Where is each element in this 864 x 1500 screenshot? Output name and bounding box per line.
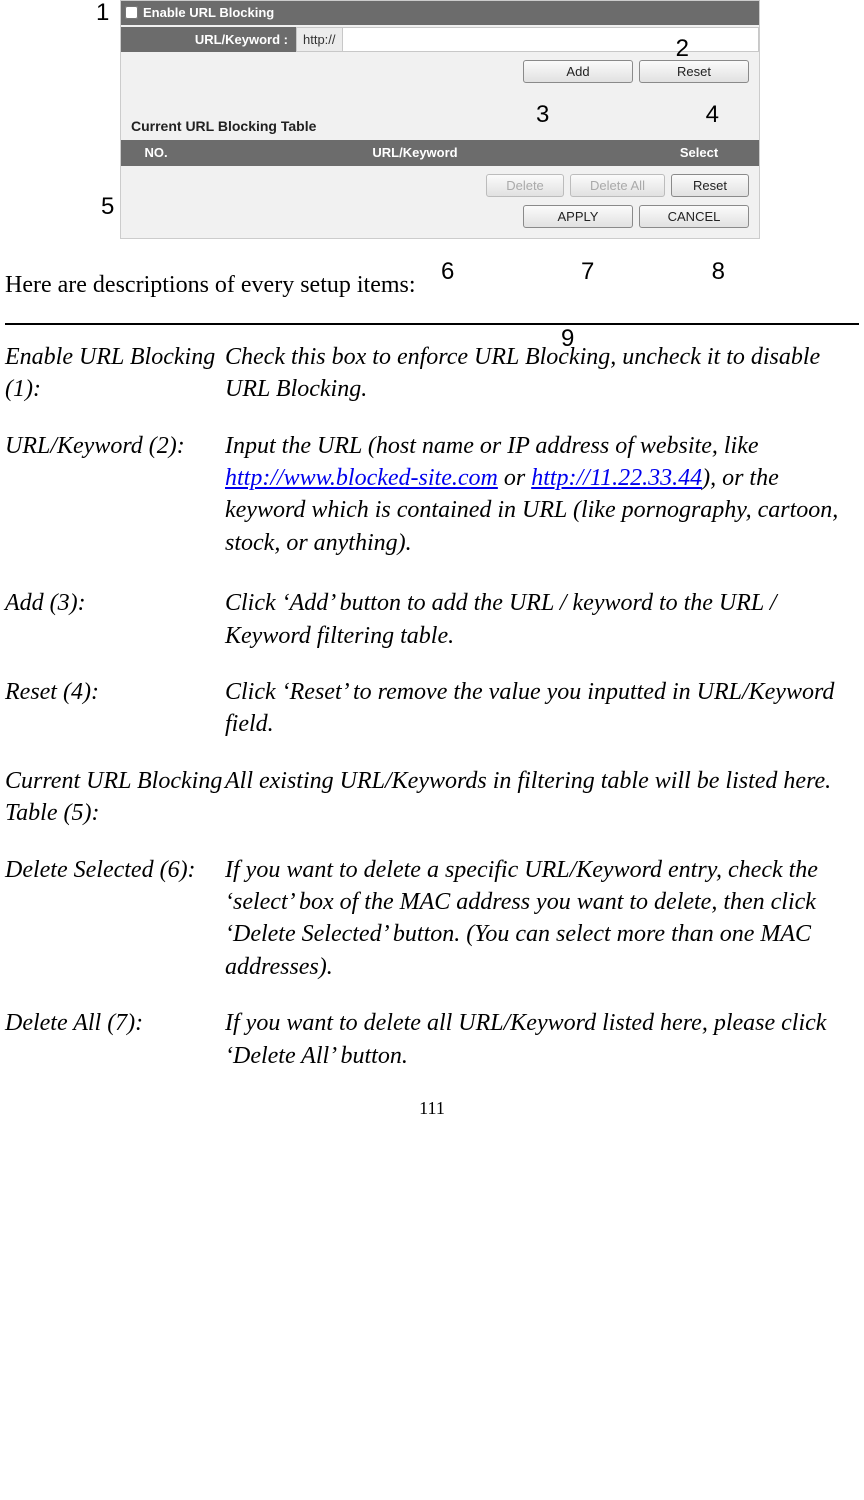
desc-body: Click ‘Reset’ to remove the value you in… — [225, 676, 859, 741]
desc-row: URL/Keyword (2):Input the URL (host name… — [5, 430, 859, 560]
page-number: 111 — [5, 1096, 859, 1120]
desc-label: Delete All (7): — [5, 1007, 225, 1072]
url-keyword-row: URL/Keyword : http:// — [121, 27, 759, 53]
desc-row: Delete Selected (6):If you want to delet… — [5, 854, 859, 984]
divider — [5, 323, 859, 325]
callout-3: 3 — [536, 99, 549, 131]
delete-button[interactable]: Delete — [486, 174, 564, 197]
enable-url-blocking-checkbox[interactable] — [125, 6, 138, 19]
table-header: NO. URL/Keyword Select — [121, 140, 759, 166]
callout-2: 2 — [676, 33, 689, 65]
callout-4: 4 — [706, 99, 719, 131]
th-select: Select — [639, 140, 759, 166]
desc-row: Current URL Blocking Table (5):All exist… — [5, 765, 859, 830]
desc-label: Enable URL Blocking (1): — [5, 341, 225, 406]
enable-url-blocking-label: Enable URL Blocking — [143, 4, 274, 22]
url-prefix: http:// — [296, 27, 343, 53]
intro-text: Here are descriptions of every setup ite… — [5, 269, 859, 301]
callout-9: 9 — [561, 323, 574, 355]
delete-all-button[interactable]: Delete All — [570, 174, 665, 197]
add-button[interactable]: Add — [523, 60, 633, 83]
desc-label: Reset (4): — [5, 676, 225, 741]
example-link[interactable]: http://www.blocked-site.com — [225, 465, 498, 491]
desc-body: Click ‘Add’ button to add the URL / keyw… — [225, 587, 859, 652]
desc-row: Reset (4):Click ‘Reset’ to remove the va… — [5, 676, 859, 741]
desc-body: If you want to delete a specific URL/Key… — [225, 854, 859, 984]
desc-label: Current URL Blocking Table (5): — [5, 765, 225, 830]
desc-row: Add (3):Click ‘Add’ button to add the UR… — [5, 587, 859, 652]
desc-label: URL/Keyword (2): — [5, 430, 225, 560]
desc-body: Input the URL (host name or IP address o… — [225, 430, 859, 560]
url-keyword-label: URL/Keyword : — [121, 27, 296, 53]
desc-label: Add (3): — [5, 587, 225, 652]
th-no: NO. — [121, 140, 191, 166]
add-reset-row: Add Reset — [121, 52, 759, 87]
example-link[interactable]: http://11.22.33.44 — [531, 465, 702, 491]
desc-row: Enable URL Blocking (1):Check this box t… — [5, 341, 859, 406]
desc-body: All existing URL/Keywords in filtering t… — [225, 765, 859, 830]
callout-5: 5 — [101, 191, 114, 223]
delete-row: Delete Delete All Reset — [121, 166, 759, 201]
callout-6: 6 — [441, 256, 454, 288]
cancel-button[interactable]: CANCEL — [639, 205, 749, 228]
apply-button[interactable]: APPLY — [523, 205, 633, 228]
th-url-keyword: URL/Keyword — [191, 140, 639, 166]
reset-button-1[interactable]: Reset — [639, 60, 749, 83]
callout-7: 7 — [581, 256, 594, 288]
url-keyword-input[interactable] — [343, 27, 759, 53]
callout-8: 8 — [712, 256, 725, 288]
enable-url-blocking-row: Enable URL Blocking — [121, 1, 759, 25]
desc-body: Check this box to enforce URL Blocking, … — [225, 341, 859, 406]
current-table-title: Current URL Blocking Table — [121, 87, 759, 140]
desc-body: If you want to delete all URL/Keyword li… — [225, 1007, 859, 1072]
apply-cancel-row: APPLY CANCEL — [121, 201, 759, 238]
desc-label: Delete Selected (6): — [5, 854, 225, 984]
reset-button-2[interactable]: Reset — [671, 174, 749, 197]
config-panel: Enable URL Blocking URL/Keyword : http:/… — [120, 0, 760, 239]
callout-1: 1 — [96, 0, 109, 29]
desc-row: Delete All (7):If you want to delete all… — [5, 1007, 859, 1072]
